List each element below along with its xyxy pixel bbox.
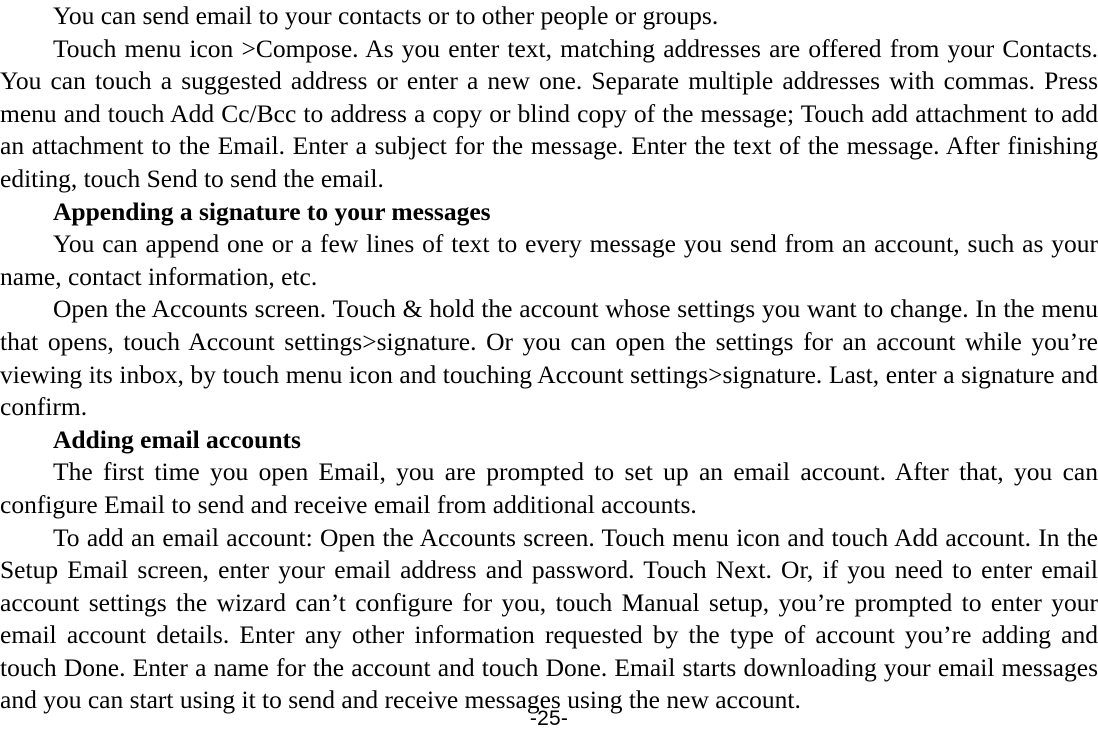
paragraph-signature-steps: Open the Accounts screen. Touch & hold t… [0,294,1098,422]
paragraph-signature-overview: You can append one or a few lines of tex… [0,229,1098,291]
page-body-text: You can send email to your contacts or t… [0,0,1098,717]
heading-appending-signature: Appending a signature to your messages [53,196,491,226]
paragraph-sending-email: You can send email to your contacts or t… [53,1,719,30]
paragraph-first-time-setup: The first time you open Email, you are p… [0,457,1098,519]
heading-adding-email-accounts: Adding email accounts [53,424,301,454]
paragraph-compose-instructions: Touch menu icon >Compose. As you enter t… [0,33,1098,193]
document-page: You can send email to your contacts or t… [0,0,1098,734]
page-number: -25- [529,707,569,730]
paragraph-add-account-steps: To add an email account: Open the Accoun… [0,522,1098,715]
